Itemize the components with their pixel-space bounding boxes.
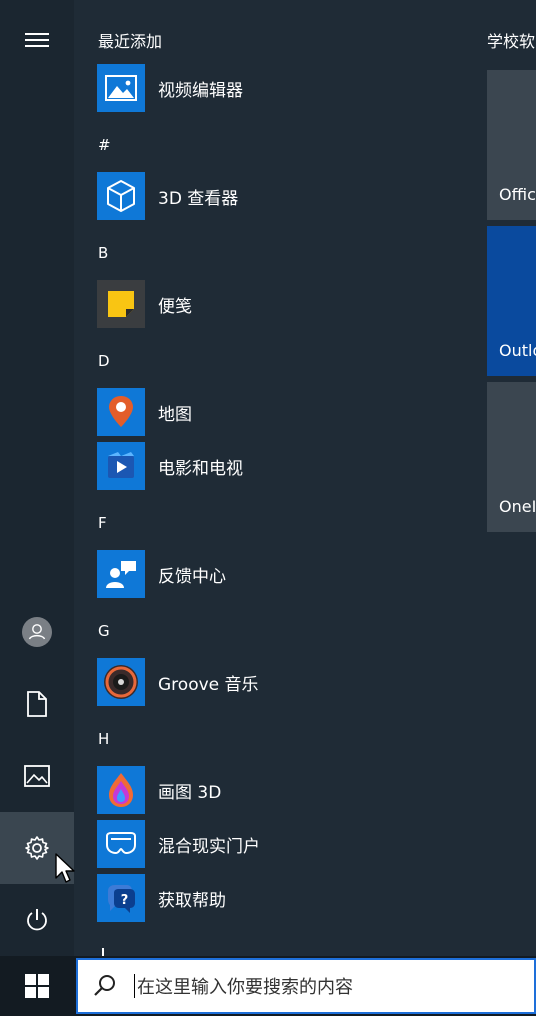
app-item-movies-tv[interactable]: 电影和电视: [97, 442, 457, 490]
taskbar-search-box[interactable]: 在这里输入你要搜索的内容: [76, 958, 536, 1014]
app-item-sticky-notes[interactable]: 便笺: [97, 280, 457, 328]
app-label: 获取帮助: [158, 890, 226, 911]
letter-header-g[interactable]: G: [98, 622, 110, 640]
next-letter-header-partial: [102, 948, 104, 956]
app-label: 混合现实门户: [158, 836, 260, 857]
app-item-feedback-hub[interactable]: 反馈中心: [97, 550, 457, 598]
app-label: 3D 查看器: [158, 188, 239, 209]
maps-pin-icon: [97, 388, 145, 436]
user-avatar-icon: [22, 617, 52, 647]
tile-onenote[interactable]: OneI: [487, 382, 536, 532]
search-icon: [92, 973, 118, 999]
tile-label: Outlo: [499, 341, 536, 360]
letter-header-b[interactable]: B: [98, 244, 108, 262]
tile-office[interactable]: Offic: [487, 70, 536, 220]
photos-video-editor-icon: [97, 64, 145, 112]
letter-header-h[interactable]: H: [98, 730, 109, 748]
app-list[interactable]: 最近添加 视频编辑器 # 3D 查看器 B 便笺 D 地图 电影和电视 F 反馈…: [74, 0, 474, 956]
app-label: 电影和电视: [158, 458, 243, 479]
tiles-area: 学校软 Offic Outlo OneI: [474, 0, 536, 956]
search-placeholder: 在这里输入你要搜索的内容: [137, 977, 353, 998]
mixed-reality-icon: [97, 820, 145, 868]
movies-tv-icon: [97, 442, 145, 490]
pictures-button[interactable]: [0, 740, 74, 812]
start-button[interactable]: [0, 956, 74, 1016]
settings-gear-icon: [25, 836, 49, 860]
start-rail: [0, 0, 74, 956]
tile-group-title[interactable]: 学校软: [487, 28, 535, 52]
app-item-groove-music[interactable]: Groove 音乐: [97, 658, 457, 706]
letter-header-f[interactable]: F: [98, 514, 107, 532]
text-caret: [134, 974, 135, 998]
letter-header-d[interactable]: D: [98, 352, 110, 370]
windows-logo-icon: [25, 974, 49, 998]
tile-label: OneI: [499, 497, 536, 516]
documents-icon: [27, 691, 47, 717]
tile-outlook[interactable]: Outlo: [487, 226, 536, 376]
tile-label: Offic: [499, 185, 536, 204]
svg-text:?: ?: [121, 893, 129, 908]
sticky-notes-icon: [97, 280, 145, 328]
documents-button[interactable]: [0, 668, 74, 740]
expand-menu-button[interactable]: [0, 4, 74, 76]
start-menu: 最近添加 视频编辑器 # 3D 查看器 B 便笺 D 地图 电影和电视 F 反馈…: [0, 0, 536, 956]
app-item-video-editor[interactable]: 视频编辑器: [97, 64, 457, 112]
pictures-icon: [24, 765, 50, 787]
paint-3d-icon: [97, 766, 145, 814]
mouse-cursor-icon: [55, 853, 75, 883]
app-label: 便笺: [158, 296, 192, 317]
power-button[interactable]: [0, 884, 74, 956]
letter-header-hash[interactable]: #: [98, 136, 111, 154]
app-item-get-help[interactable]: ? 获取帮助: [97, 874, 457, 922]
app-item-3d-viewer[interactable]: 3D 查看器: [97, 172, 457, 220]
hamburger-menu-icon: [25, 33, 49, 47]
3d-viewer-cube-icon: [97, 172, 145, 220]
power-icon: [27, 909, 47, 931]
app-label: 地图: [158, 404, 192, 425]
app-label: Groove 音乐: [158, 674, 259, 695]
app-item-mixed-reality[interactable]: 混合现实门户: [97, 820, 457, 868]
app-label: 反馈中心: [158, 566, 226, 587]
groove-music-icon: [97, 658, 145, 706]
feedback-hub-icon: [97, 550, 145, 598]
user-account-button[interactable]: [0, 596, 74, 668]
taskbar: 在这里输入你要搜索的内容: [0, 956, 536, 1016]
app-item-paint-3d[interactable]: 画图 3D: [97, 766, 457, 814]
app-label: 视频编辑器: [158, 80, 243, 101]
get-help-icon: ?: [97, 874, 145, 922]
recently-added-heading: 最近添加: [98, 32, 163, 51]
app-label: 画图 3D: [158, 782, 222, 803]
app-item-maps[interactable]: 地图: [97, 388, 457, 436]
